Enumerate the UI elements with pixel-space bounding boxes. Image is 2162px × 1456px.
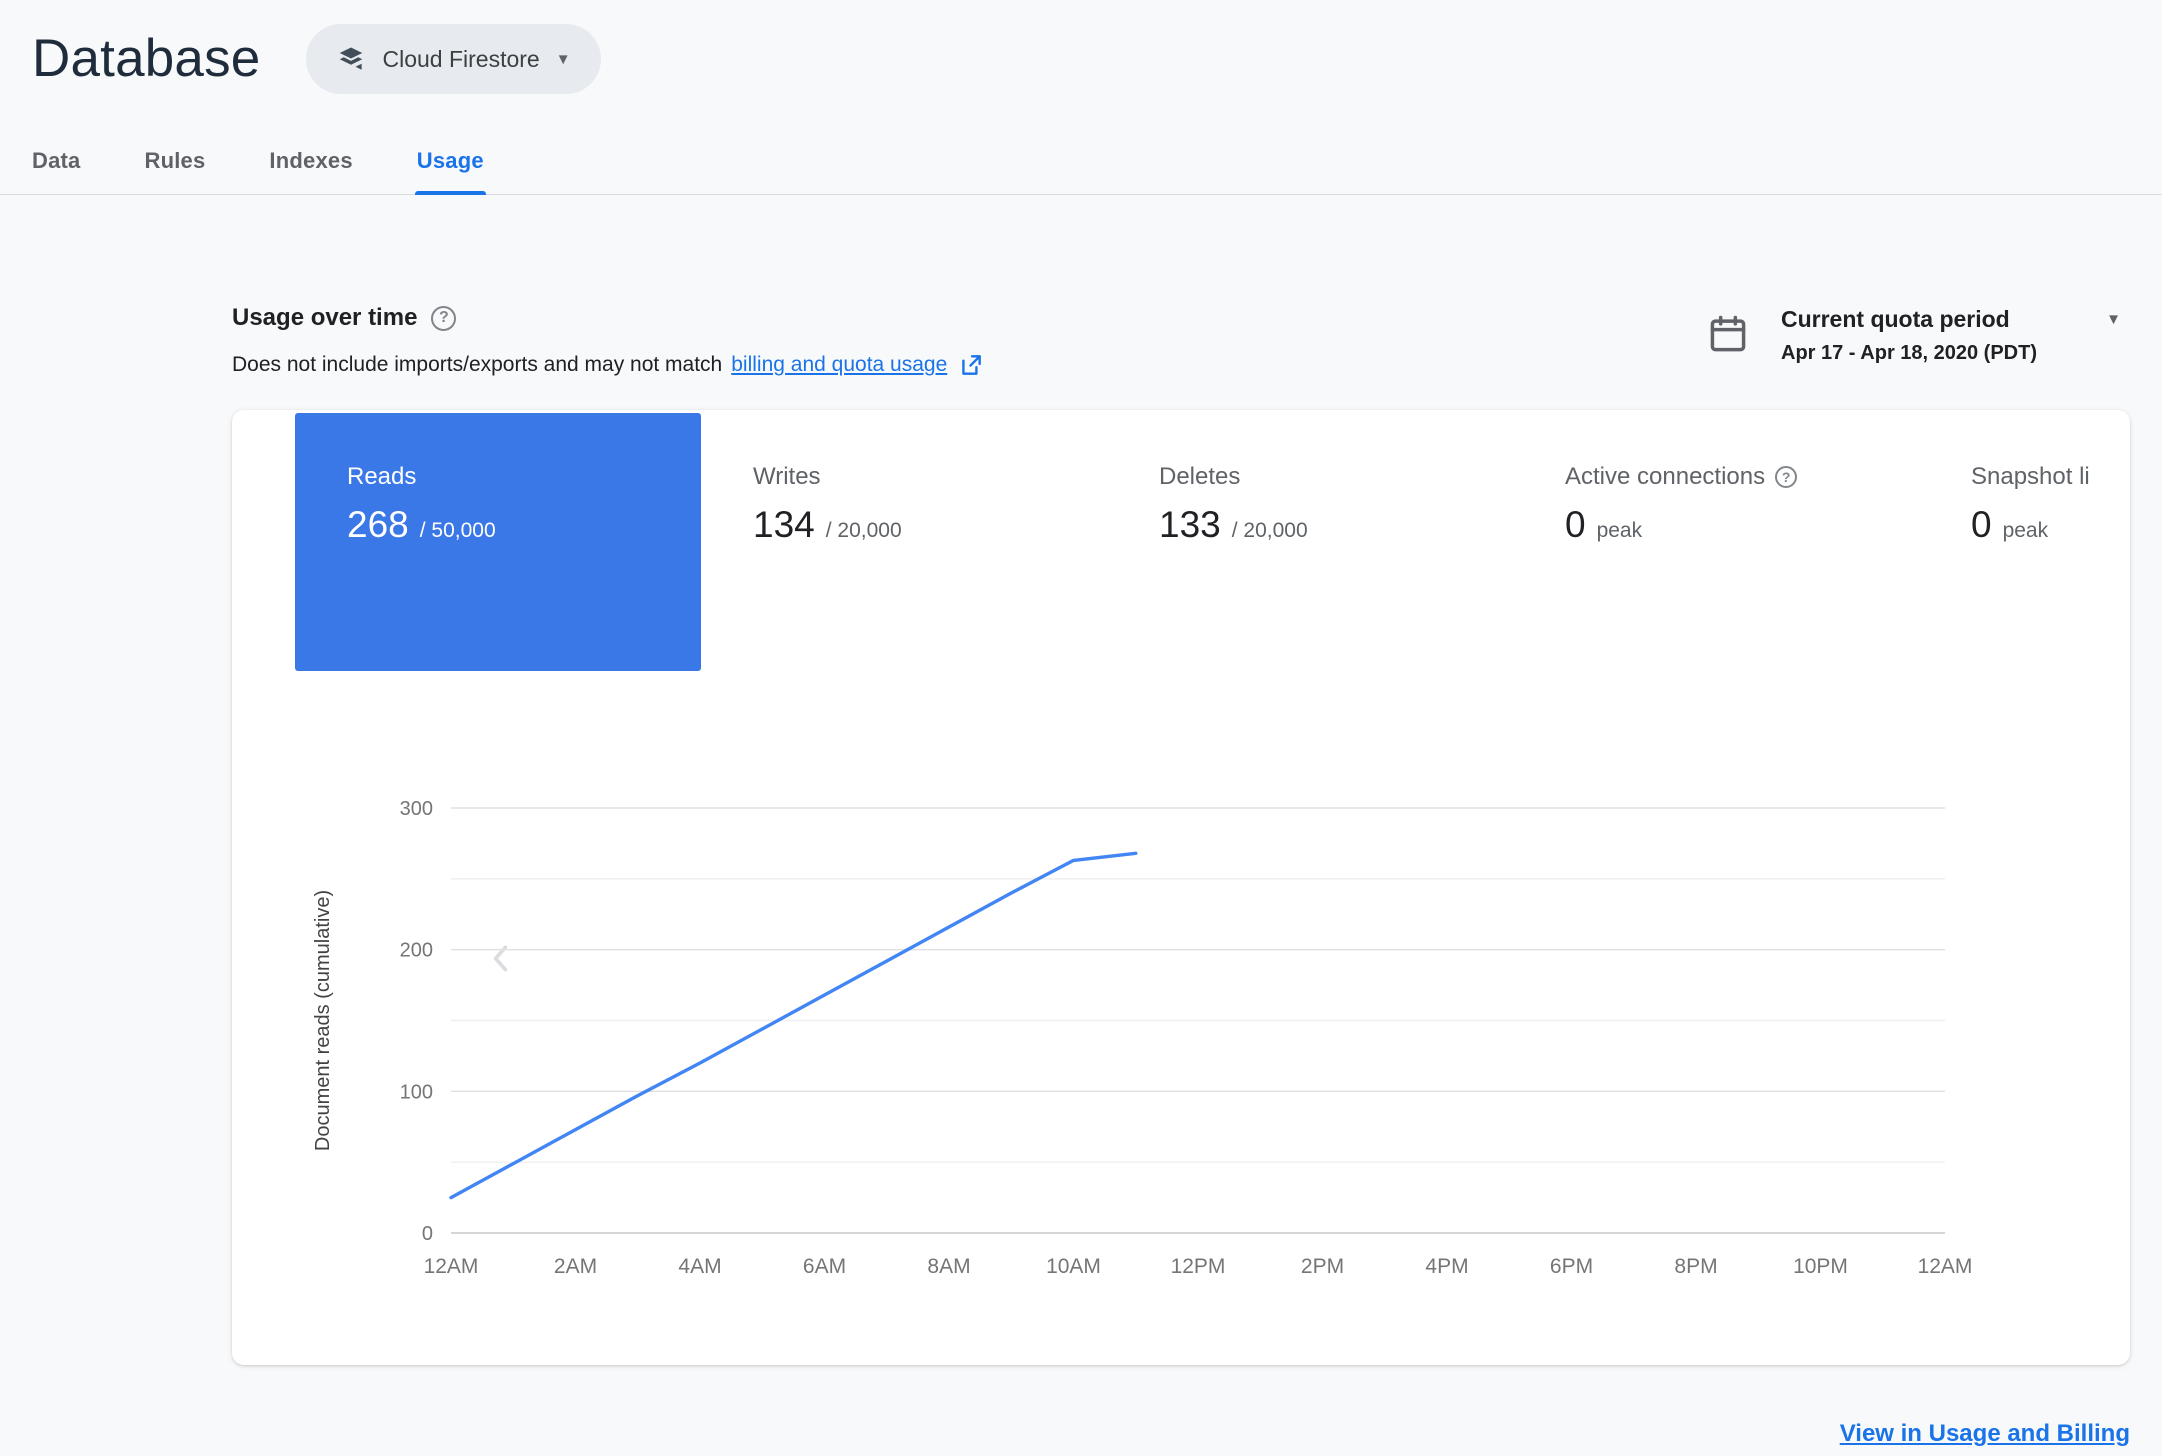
help-icon[interactable]: ? [1775, 466, 1798, 488]
quota-period-range: Apr 17 - Apr 18, 2020 (PDT) [1781, 342, 2038, 364]
metric-tile-snapshot-listeners[interactable]: Snapshot listeners 0 peak [1919, 413, 2090, 671]
usage-section-title: Usage over time [232, 304, 418, 331]
y-tick-label: 300 [400, 798, 433, 820]
metric-name: Snapshot listeners [1971, 463, 2090, 490]
tab-indexes[interactable]: Indexes [269, 148, 352, 194]
metric-tiles-viewport: Reads 268 / 50,000 Writes 134 / 20,000 D… [232, 410, 2090, 674]
product-selector-label: Cloud Firestore [382, 45, 540, 72]
x-tick-label: 4PM [1425, 1255, 1468, 1278]
x-tick-label: 4AM [678, 1255, 721, 1278]
quota-period-label: Current quota period [1781, 306, 2010, 332]
y-tick-label: 0 [422, 1223, 433, 1245]
firestore-icon [336, 44, 366, 74]
help-icon[interactable]: ? [431, 305, 457, 331]
metric-tile-deletes[interactable]: Deletes 133 / 20,000 [1107, 413, 1513, 671]
metric-tiles: Reads 268 / 50,000 Writes 134 / 20,000 D… [295, 413, 2090, 671]
tab-rules[interactable]: Rules [145, 148, 206, 194]
metric-tile-writes[interactable]: Writes 134 / 20,000 [701, 413, 1107, 671]
page-header: Database Cloud Firestore ▼ [32, 24, 601, 94]
x-tick-label: 8PM [1674, 1255, 1717, 1278]
x-tick-label: 12AM [1918, 1255, 1973, 1278]
usage-card: Reads 268 / 50,000 Writes 134 / 20,000 D… [232, 410, 2130, 1365]
x-tick-label: 12PM [1171, 1255, 1226, 1278]
metric-name: Active connections [1565, 463, 1766, 490]
metric-value: 0 [1971, 504, 1992, 545]
metric-limit: / 20,000 [1231, 519, 1308, 542]
metric-limit: peak [1596, 519, 1643, 542]
metric-name: Deletes [1159, 463, 1241, 490]
metric-name: Reads [347, 463, 417, 490]
metric-value: 134 [753, 504, 815, 545]
metric-value: 0 [1565, 504, 1586, 545]
external-link-icon[interactable] [958, 352, 984, 378]
x-tick-label: 8AM [927, 1255, 970, 1278]
x-tick-label: 12AM [424, 1255, 479, 1278]
x-tick-label: 2PM [1301, 1255, 1344, 1278]
metric-tile-active-connections[interactable]: Active connections ? 0 peak [1513, 413, 1919, 671]
x-tick-label: 10AM [1046, 1255, 1101, 1278]
metric-limit: peak [2002, 519, 2049, 542]
tab-bar: Data Rules Indexes Usage [0, 142, 2162, 195]
page-title: Database [32, 29, 261, 88]
metric-limit: / 20,000 [825, 519, 902, 542]
quota-period-selector: Current quota period ▼ Apr 17 - Apr 18, … [1781, 306, 2121, 365]
y-axis-title: Document reads (cumulative) [312, 890, 334, 1151]
quota-period-dropdown[interactable]: Current quota period ▼ [1781, 306, 2121, 333]
chevron-down-icon: ▼ [555, 50, 571, 68]
y-tick-label: 200 [400, 940, 433, 962]
metric-tile-reads[interactable]: Reads 268 / 50,000 [295, 413, 701, 671]
product-selector[interactable]: Cloud Firestore ▼ [306, 24, 601, 94]
reads-series-line [449, 851, 1138, 1200]
metric-limit: / 50,000 [419, 519, 496, 542]
x-tick-label: 10PM [1793, 1255, 1848, 1278]
calendar-icon [1706, 312, 1750, 361]
tab-usage[interactable]: Usage [414, 148, 486, 195]
billing-quota-link[interactable]: billing and quota usage [731, 353, 947, 377]
view-usage-billing-link[interactable]: View in Usage and Billing [1840, 1420, 2130, 1448]
usage-section-header: Usage over time ? [232, 304, 457, 332]
usage-line-chart: 0 100 200 300 12AM 2AM 4AM 6AM 8AM 10AM 12PM 2PM 4PM… [312, 798, 1973, 1278]
metric-value: 133 [1159, 504, 1221, 545]
x-tick-label: 6PM [1550, 1255, 1593, 1278]
metric-name: Writes [753, 463, 821, 490]
metric-value: 268 [347, 504, 409, 545]
chevron-down-icon: ▼ [2106, 311, 2121, 328]
usage-description-text: Does not include imports/exports and may… [232, 353, 723, 376]
y-tick-label: 100 [400, 1081, 433, 1103]
tab-data[interactable]: Data [32, 148, 81, 194]
x-tick-label: 2AM [554, 1255, 597, 1278]
usage-section-description: Does not include imports/exports and may… [232, 352, 984, 378]
x-tick-label: 6AM [803, 1255, 846, 1278]
